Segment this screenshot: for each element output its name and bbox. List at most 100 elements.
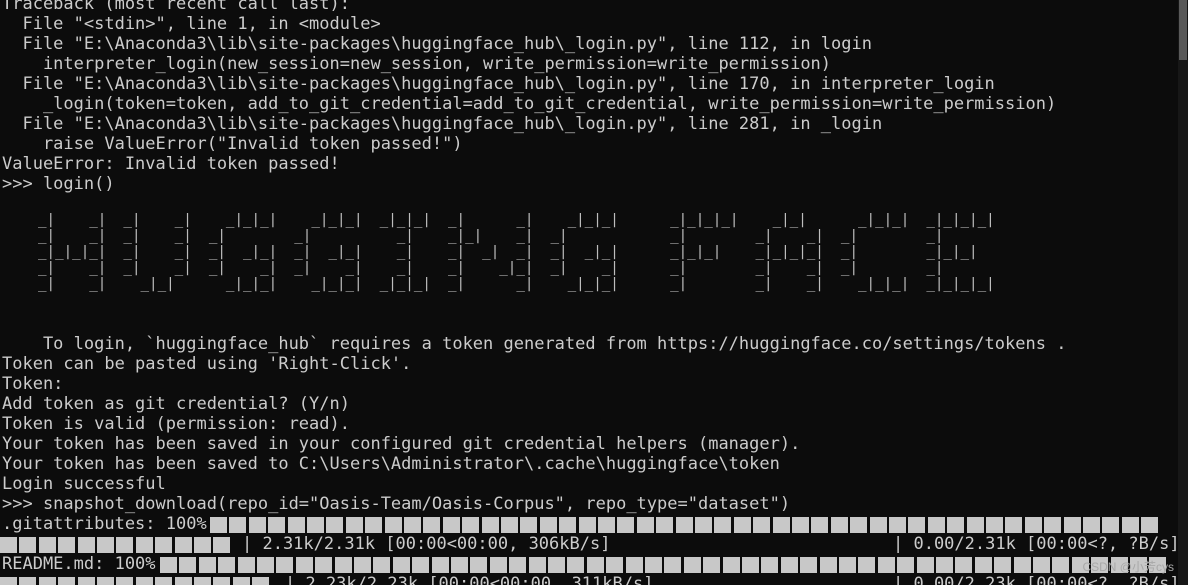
banner-line: _| _| _| _| _| _| _| _| _| _| _|_| _| _|… xyxy=(38,260,944,276)
progress-block xyxy=(889,517,906,533)
progress-block xyxy=(423,517,441,533)
progress-block xyxy=(213,537,231,553)
progress-block xyxy=(384,517,402,533)
progress-block xyxy=(869,517,887,533)
login-success: Login successful xyxy=(2,474,166,494)
progress-block xyxy=(58,577,76,585)
progress-block xyxy=(548,557,565,573)
traceback-line: interpreter_login(new_session=new_sessio… xyxy=(2,54,832,74)
traceback-line: File "E:\Anaconda3\lib\site-packages\hug… xyxy=(2,34,872,54)
progress-block xyxy=(1005,517,1023,533)
progress-block xyxy=(656,517,674,533)
progress-block xyxy=(567,557,585,573)
progress-block xyxy=(792,517,809,533)
progress-block xyxy=(1052,557,1070,573)
progress-block xyxy=(77,537,95,553)
progress-block xyxy=(528,557,546,573)
traceback-line: raise ValueError("Invalid token passed!"… xyxy=(2,134,463,154)
progress-block xyxy=(97,577,114,585)
progress-block xyxy=(404,517,421,533)
progress-block xyxy=(442,517,460,533)
progress-block xyxy=(135,577,153,585)
progress-block xyxy=(462,517,480,533)
progress-block xyxy=(257,557,274,573)
progress-block xyxy=(373,557,391,573)
snapshot-download-command: >>> snapshot_download(repo_id="Oasis-Tea… xyxy=(2,494,791,514)
progress-block xyxy=(287,517,305,533)
traceback-line: File "E:\Anaconda3\lib\site-packages\hug… xyxy=(2,114,883,134)
console-output[interactable]: Traceback (most recent call last): File … xyxy=(0,0,1178,585)
progress-block xyxy=(237,557,255,573)
progress-block xyxy=(955,557,973,573)
progress-block xyxy=(268,517,286,533)
progress-block xyxy=(194,577,211,585)
progress-block xyxy=(295,557,313,573)
progress-block xyxy=(947,517,965,533)
progress-block xyxy=(675,517,693,533)
paste-hint: Token can be pasted using 'Right-Click'. xyxy=(2,354,412,374)
progress-bar-blocks xyxy=(0,574,283,585)
progress-block xyxy=(198,557,216,573)
progress-block xyxy=(77,577,95,585)
progress-block xyxy=(695,517,712,533)
progress-block xyxy=(830,517,848,533)
traceback-line: _login(token=token, add_to_git_credentia… xyxy=(2,94,1057,114)
huggingface-ascii-banner: _| _| _| _| _|_|_| _|_|_| _|_|_| _| _| _… xyxy=(38,212,995,292)
progress-block xyxy=(1024,517,1042,533)
progress-block xyxy=(392,557,410,573)
progress-bar-blocks xyxy=(210,514,1170,534)
progress-block xyxy=(559,517,577,533)
token-saved-path: Your token has been saved to C:\Users\Ad… xyxy=(2,454,780,474)
progress-bar-blocks xyxy=(160,554,1175,574)
progress-block xyxy=(645,557,662,573)
progress-block xyxy=(927,517,945,533)
token-prompt: Token: xyxy=(2,374,64,394)
progress-stats: | 2.31k/2.31k [00:00<00:00, 306kB/s] xyxy=(242,534,611,554)
scrollbar-thumb[interactable] xyxy=(1179,0,1187,60)
progress-block xyxy=(229,517,247,533)
progress-stats: | 2.23k/2.23k [00:00<00:00, 311kB/s] xyxy=(285,574,654,585)
progress-block xyxy=(839,557,856,573)
progress-block xyxy=(232,577,250,585)
progress-block xyxy=(683,557,701,573)
progress-block xyxy=(780,557,798,573)
progress-block xyxy=(155,577,173,585)
progress-block xyxy=(194,537,211,553)
progress-block xyxy=(345,517,363,533)
progress-block xyxy=(252,577,270,585)
progress-block xyxy=(315,557,333,573)
progress-block xyxy=(733,517,751,533)
progress-stats: | 0.00/2.31k [00:00<?, ?B/s] xyxy=(893,534,1178,554)
token-valid-message: Token is valid (permission: read). xyxy=(2,414,350,434)
progress-block xyxy=(908,517,926,533)
progress-block xyxy=(539,517,557,533)
git-credential-prompt: Add token as git credential? (Y/n) xyxy=(2,394,350,414)
progress-block xyxy=(761,557,779,573)
login-instructions: To login, `huggingface_hub` requires a t… xyxy=(2,334,1067,354)
vertical-scrollbar[interactable] xyxy=(1178,0,1188,585)
progress-block xyxy=(1141,517,1159,533)
progress-block xyxy=(58,537,76,553)
progress-block xyxy=(606,557,624,573)
progress-block xyxy=(276,557,294,573)
token-saved-helpers: Your token has been saved in your config… xyxy=(2,434,801,454)
progress-block xyxy=(1083,517,1100,533)
progress-block xyxy=(966,517,984,533)
progress-block xyxy=(986,517,1003,533)
progress-block xyxy=(38,577,56,585)
progress-block xyxy=(501,517,518,533)
progress-block xyxy=(1044,517,1062,533)
progress-block xyxy=(1013,557,1031,573)
csdn-watermark: CSDN @小芳cys xyxy=(1082,560,1174,574)
progress-block xyxy=(174,537,192,553)
error-message: ValueError: Invalid token passed! xyxy=(2,154,340,174)
progress-block xyxy=(858,557,876,573)
progress-block xyxy=(0,577,17,585)
progress-block xyxy=(772,517,790,533)
progress-block xyxy=(819,557,837,573)
banner-line: _|_|_|_| _| _| _| _|_| _| _|_| _| _| _| … xyxy=(38,244,978,260)
progress-block xyxy=(916,557,934,573)
progress-block xyxy=(578,517,596,533)
progress-block xyxy=(1102,517,1120,533)
progress-block xyxy=(334,557,352,573)
